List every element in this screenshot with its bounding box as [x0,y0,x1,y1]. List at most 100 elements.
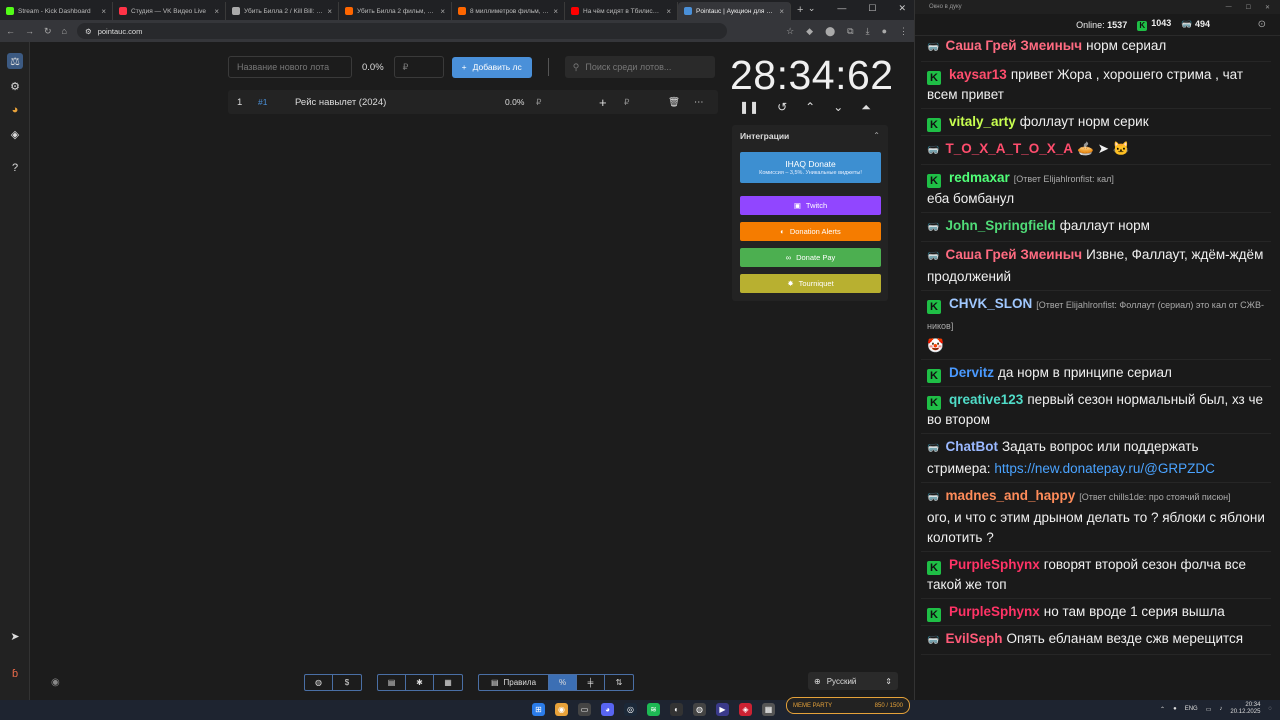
ihaq-donate-button[interactable]: IHAQ Donate Комиссия – 3,5%. Уникальные … [740,152,881,183]
language-select[interactable]: ⊕ Русский ⇕ [808,672,898,690]
menu-icon[interactable]: ⋮ [899,26,908,37]
sort-icon[interactable]: ⇅ [605,675,633,690]
network-icon[interactable]: ▭ [1206,706,1212,713]
twitch-button[interactable]: ▣ Twitch [740,196,881,215]
chevron-down-icon[interactable]: ⌄ [808,3,816,14]
close-window-icon[interactable]: ✕ [898,3,906,14]
chat-username[interactable]: Саша Грей Змеиныч [945,38,1082,53]
chat-username[interactable]: PurpleSphynx [949,557,1040,572]
bug-icon[interactable]: ✱ [406,675,434,690]
tray-app-icon[interactable]: ● [1173,706,1177,712]
chat-username[interactable]: redmaxar [949,170,1010,185]
save-icon[interactable]: ▤ [378,675,406,690]
settings-icon[interactable]: ⚙ [7,78,23,94]
chat-username[interactable]: ChatBot [945,439,998,454]
tab-killbill[interactable]: Убить Билла 2 / Kill Bill: Vol. × [226,2,339,20]
new-tab-button[interactable]: + [797,4,803,16]
help-icon[interactable]: ? [7,160,23,176]
lot-name[interactable]: Рейс навылет (2024) [295,97,386,108]
plus-icon[interactable]: + [599,95,607,110]
rules-button[interactable]: ▤ Правила [479,675,549,690]
forward-icon[interactable]: → [25,26,34,36]
maximize-icon[interactable]: ☐ [1246,4,1251,11]
new-lot-amount-input[interactable]: ₽ [393,56,444,78]
boosty-icon[interactable]: ɓ [7,666,23,682]
reset-icon[interactable]: ↺ [777,100,787,115]
trash-icon[interactable]: 🗑 [668,97,680,108]
chat-username[interactable]: Dervitz [949,365,994,380]
download-icon[interactable]: ⤓ [866,26,870,37]
close-icon[interactable]: × [214,7,219,16]
explorer-icon[interactable]: ▭ [578,703,591,716]
chat-username[interactable]: kaysar13 [949,67,1007,82]
url-field[interactable]: ⚙ pointauc.com [76,23,727,39]
lot-search-input[interactable]: ⚲ Поиск среди лотов... [564,56,715,78]
tab-vk[interactable]: Студия — VK Видео Live × [113,2,226,20]
volume-icon[interactable]: ♪ [1219,706,1222,712]
profile-icon[interactable]: ● [882,26,887,37]
chat-username[interactable]: EvilSeph [945,631,1002,646]
close-icon[interactable]: × [327,7,332,16]
chrome-icon[interactable]: ◉ [555,703,568,716]
extensions-icon[interactable]: ⧉ [847,26,853,37]
chat-username[interactable]: madnes_and_happy [945,488,1075,503]
tab-youtube[interactable]: На чём сидят в Тбилиси / V × [565,2,678,20]
spotify-icon[interactable]: ≋ [647,703,660,716]
eye-icon[interactable]: ◉ [51,677,60,688]
notifications-icon[interactable]: ◌ [1268,706,1272,712]
chat-username[interactable]: vitaly_arty [949,114,1016,129]
percent-toggle[interactable]: % [549,675,577,690]
obs-icon[interactable]: ◍ [693,703,706,716]
back-icon[interactable]: ← [6,26,15,36]
add-lot-button[interactable]: + Добавить лс [451,56,532,78]
input-language[interactable]: ENG [1185,706,1198,712]
tab-killbill-film[interactable]: Убить Билла 2 фильм, 2004 -× [339,2,452,20]
maximize-icon[interactable]: ☐ [868,3,876,14]
minimize-icon[interactable]: — [837,3,846,14]
chat-username[interactable]: T_O_X_A_T_O_X_A [945,141,1073,156]
github-icon[interactable]: ◍ [305,675,333,690]
bookmark-icon[interactable]: ☆ [786,26,794,37]
layers-icon[interactable]: ◈ [7,126,23,142]
media-icon[interactable]: ▶ [716,703,729,716]
close-icon[interactable]: × [666,7,671,16]
collapse-icon[interactable]: ⌃ [873,131,880,140]
chat-username[interactable]: CHVK_SLON [949,296,1032,311]
chat-username[interactable]: qreative123 [949,392,1023,407]
chat-username[interactable]: John_Springfield [945,218,1055,233]
split-icon[interactable]: ╪ [577,675,605,690]
chat-username[interactable]: PurpleSphynx [949,604,1040,619]
app-icon[interactable]: ◐ [670,703,683,716]
chevron-down-icon[interactable]: ⌄ [833,100,843,115]
discord-icon[interactable]: ◕ [601,703,614,716]
wheel-icon[interactable]: ◕ [7,102,23,118]
tab-pointauc[interactable]: Pointauc | Аукцион для стр × [678,2,791,20]
settings-icon[interactable]: ⊙ [1258,19,1266,30]
close-icon[interactable]: × [440,7,445,16]
steam-icon[interactable]: ◎ [624,703,637,716]
telegram-icon[interactable]: ➤ [7,628,23,644]
close-icon[interactable]: × [553,7,558,16]
chevron-up-icon[interactable]: ⌃ [1160,706,1165,713]
lot-amount[interactable]: ₽ [536,97,541,108]
home-icon[interactable]: ⌂ [62,26,67,36]
clock[interactable]: 20:34 20.12.2025 [1230,702,1260,716]
site-info-icon[interactable]: ⚙ [85,27,92,36]
extension-icon[interactable]: ⬤ [825,26,835,37]
tourniquet-button[interactable]: ✸ Tourniquet [740,274,881,293]
chat-link[interactable]: https://new.donatepay.ru/@GRPZDC [994,461,1215,476]
auction-icon[interactable]: ⚖ [7,53,23,69]
tab-8mm[interactable]: 8 миллиметров фильм, 199 × [452,2,565,20]
delete-all-icon[interactable]: ▦ [434,675,462,690]
double-chevron-up-icon[interactable]: ⏶ [861,100,871,115]
windows-start-icon[interactable]: ⊞ [532,703,545,716]
pause-icon[interactable]: ❚❚ [739,100,759,115]
lot-add-amount[interactable]: ₽ [624,97,629,108]
more-icon[interactable]: ⋯ [694,97,704,108]
new-lot-name-input[interactable]: Название нового лота [228,56,352,78]
close-window-icon[interactable]: ✕ [1265,4,1270,11]
close-icon[interactable]: × [101,7,106,16]
reload-icon[interactable]: ↻ [44,26,52,37]
donate-icon[interactable]: $ [333,675,361,690]
chevron-up-icon[interactable]: ⌃ [805,100,815,115]
